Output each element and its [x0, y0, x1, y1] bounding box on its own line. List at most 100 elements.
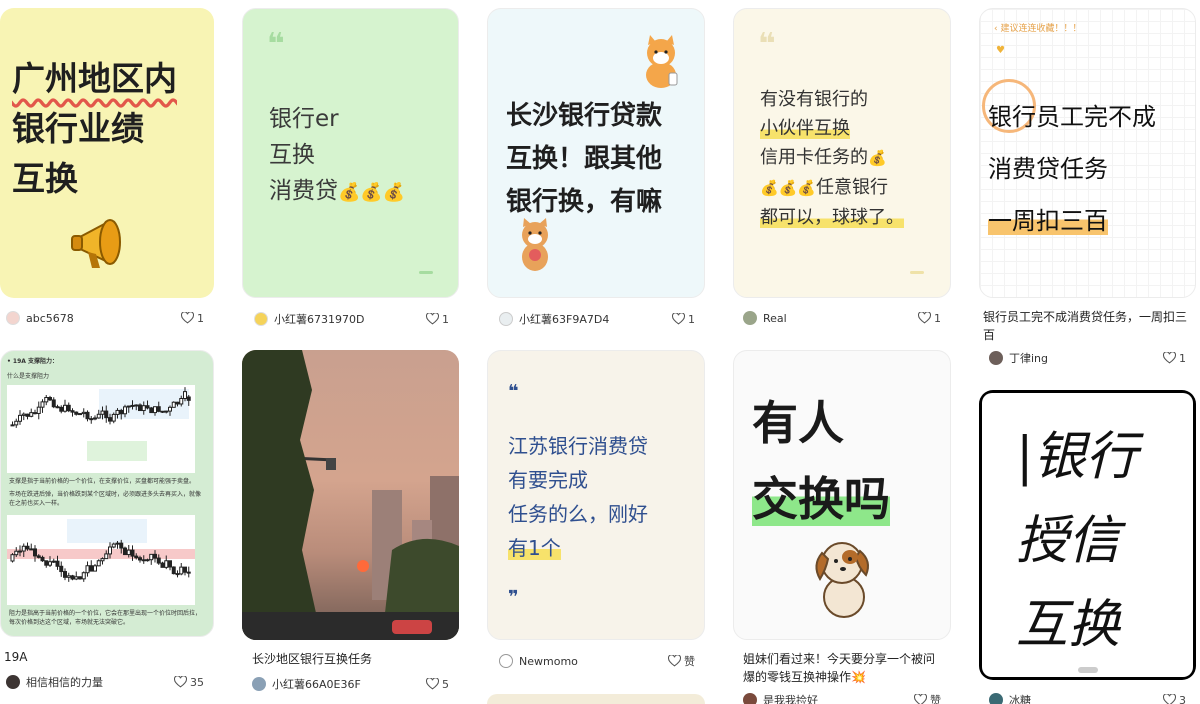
avatar[interactable]: [743, 693, 757, 704]
like-button[interactable]: 5: [426, 678, 449, 691]
candle-body: [55, 560, 60, 567]
author-name[interactable]: abc5678: [26, 312, 181, 325]
top-note: ‹ 建议连连收藏！！！: [994, 24, 1082, 34]
cover-text: 长沙银行贷款 互换！跟其他 银行换，有嘛: [506, 101, 663, 217]
avatar[interactable]: [254, 312, 268, 326]
like-button[interactable]: 1: [1163, 352, 1186, 365]
note-card-5[interactable]: ‹ 建议连连收藏！！！ ♥ 银行员工完不成 消费贷任务 一周扣三百 银行员工完不…: [979, 8, 1196, 374]
candle-body: [55, 406, 60, 409]
cover-text: 广州地区内 银行业绩 互换: [12, 59, 177, 198]
note-card-6[interactable]: • 19A 支撑阻力： 什么是支撑阻力 支撑是指于当前价格的一个价位，在支撑价位…: [0, 350, 214, 700]
like-button[interactable]: 35: [174, 676, 204, 689]
author-name[interactable]: 丁律ing: [1009, 350, 1163, 366]
candle-body: [89, 565, 94, 572]
avatar[interactable]: [499, 654, 513, 668]
like-count: 1: [688, 312, 695, 326]
candle-body: [141, 405, 146, 412]
like-button[interactable]: 3: [1163, 694, 1186, 704]
candle-body: [10, 424, 15, 427]
candle-body: [18, 414, 22, 422]
heart-icon: [426, 678, 439, 690]
author-name[interactable]: 冰糖: [1009, 692, 1163, 704]
note-cover[interactable]: • 19A 支撑阻力： 什么是支撑阻力 支撑是指于当前价格的一个价位，在支撑价位…: [0, 350, 214, 637]
candle-body: [51, 560, 56, 563]
note-title[interactable]: 银行员工完不成消费贷任务，一周扣三百: [983, 308, 1192, 344]
next-card-peek: [487, 694, 705, 704]
like-count: 赞: [684, 655, 695, 668]
avatar[interactable]: [6, 311, 20, 325]
note-cover[interactable]: |银行 授信 互换: [979, 390, 1196, 680]
candle-body: [138, 557, 142, 561]
avatar[interactable]: [743, 311, 757, 325]
note-title[interactable]: 19A: [4, 648, 210, 666]
cover-text: 江苏银行消费贷 有要完成 任务的么，刚好 有1个: [508, 434, 648, 560]
candle-body: [63, 571, 67, 578]
avatar[interactable]: [989, 693, 1003, 704]
author-name[interactable]: 小红薯6731970D: [274, 311, 426, 327]
candle-body: [44, 560, 49, 566]
like-button[interactable]: 1: [181, 312, 204, 325]
candle-body: [175, 401, 180, 405]
note-title[interactable]: 姐妹们看过来！今天要分享一个被问爆的零钱互换神操作💥: [743, 650, 945, 686]
like-count: 35: [190, 675, 204, 689]
candle-body: [164, 410, 169, 413]
candle-body: [130, 549, 135, 557]
note-cover[interactable]: 有人 交换吗: [733, 350, 951, 640]
candle-body: [78, 413, 82, 416]
note-cover[interactable]: ‹ 建议连连收藏！！！ ♥ 银行员工完不成 消费贷任务 一周扣三百: [979, 8, 1196, 298]
note-card-2[interactable]: ❝ 银行er 互换 消费贷💰💰💰 小红薯6731970D 1: [242, 8, 459, 338]
like-button[interactable]: 1: [672, 313, 695, 326]
candle-body: [25, 413, 30, 417]
candle-body: [93, 417, 97, 420]
author-name[interactable]: 小红薯63F9A7D4: [519, 311, 672, 327]
like-button[interactable]: 1: [918, 312, 941, 325]
avatar[interactable]: [252, 677, 266, 691]
note-card-8[interactable]: ❝ 江苏银行消费贷 有要完成 任务的么，刚好 有1个 ❞ Newmomo 赞: [487, 350, 705, 704]
note-card-9[interactable]: 有人 交换吗 姐妹们看过来！今天要分享一个被问爆的零钱互换神操作💥 是我我捡好 …: [733, 350, 951, 704]
candle-body: [14, 550, 19, 556]
heart-icon: [1163, 694, 1176, 704]
candle-body: [156, 406, 161, 412]
candle-body: [183, 566, 187, 573]
author-name[interactable]: 相信相信的力量: [26, 674, 174, 690]
like-button[interactable]: 赞: [668, 653, 695, 669]
author-name[interactable]: 是我我捡好: [763, 692, 914, 704]
heart-icon: [1163, 352, 1176, 364]
note-card-10[interactable]: |银行 授信 互换 冰糖 3: [979, 390, 1196, 704]
author-name[interactable]: 小红薯66A0E36F: [272, 676, 426, 692]
candle-body: [44, 397, 49, 403]
note-cover-photo[interactable]: [242, 350, 459, 640]
note-card-7[interactable]: 长沙地区银行互换任务 小红薯66A0E36F 5: [242, 350, 459, 700]
candle-body: [21, 413, 26, 416]
avatar[interactable]: [499, 312, 513, 326]
avatar[interactable]: [6, 675, 20, 689]
candle-body: [168, 560, 172, 568]
like-button[interactable]: 赞: [914, 692, 941, 704]
heart-icon: [918, 312, 931, 324]
chart-note: 支撑是指于当前价格的一个价位，在支撑价位，买盘都可能强于卖盘。 市场在跌进后弹，…: [9, 478, 202, 507]
money-bag-icon: 💰: [868, 149, 887, 167]
heart-decoration-icon: ♥: [996, 45, 1005, 56]
cover-text: 有人 交换吗: [752, 396, 890, 526]
note-cover[interactable]: 长沙银行贷款 互换！跟其他 银行换，有嘛: [487, 8, 705, 298]
author-name[interactable]: Real: [763, 312, 918, 325]
candle-body: [96, 413, 101, 419]
note-card-4[interactable]: ❝ 有没有银行的 小伙伴互换 信用卡任务的💰 💰💰💰任意银行 都可以，球球了。 …: [733, 8, 951, 338]
note-card-3[interactable]: 长沙银行贷款 互换！跟其他 银行换，有嘛 小红薯63F9A7D4 1: [487, 8, 705, 338]
candle-body: [186, 571, 191, 574]
candle-body: [145, 559, 150, 562]
like-button[interactable]: 1: [426, 313, 449, 326]
note-card-1[interactable]: 广州地区内 银行业绩 互换 abc5678 1: [0, 8, 214, 338]
note-cover[interactable]: 广州地区内 银行业绩 互换: [0, 8, 214, 298]
candle-body: [164, 560, 169, 568]
note-cover[interactable]: ❝ 江苏银行消费贷 有要完成 任务的么，刚好 有1个 ❞: [487, 350, 705, 640]
note-cover[interactable]: ❝ 有没有银行的 小伙伴互换 信用卡任务的💰 💰💰💰任意银行 都可以，球球了。: [733, 8, 951, 298]
note-cover[interactable]: ❝ 银行er 互换 消费贷💰💰💰: [242, 8, 459, 298]
dog-icon: [815, 542, 869, 618]
note-title[interactable]: 长沙地区银行互换任务: [252, 650, 455, 668]
avatar[interactable]: [989, 351, 1003, 365]
money-bag-icon: 💰💰💰: [760, 179, 817, 197]
heart-icon: [914, 694, 927, 704]
author-name[interactable]: Newmomo: [519, 655, 668, 668]
candle-body: [141, 559, 146, 562]
